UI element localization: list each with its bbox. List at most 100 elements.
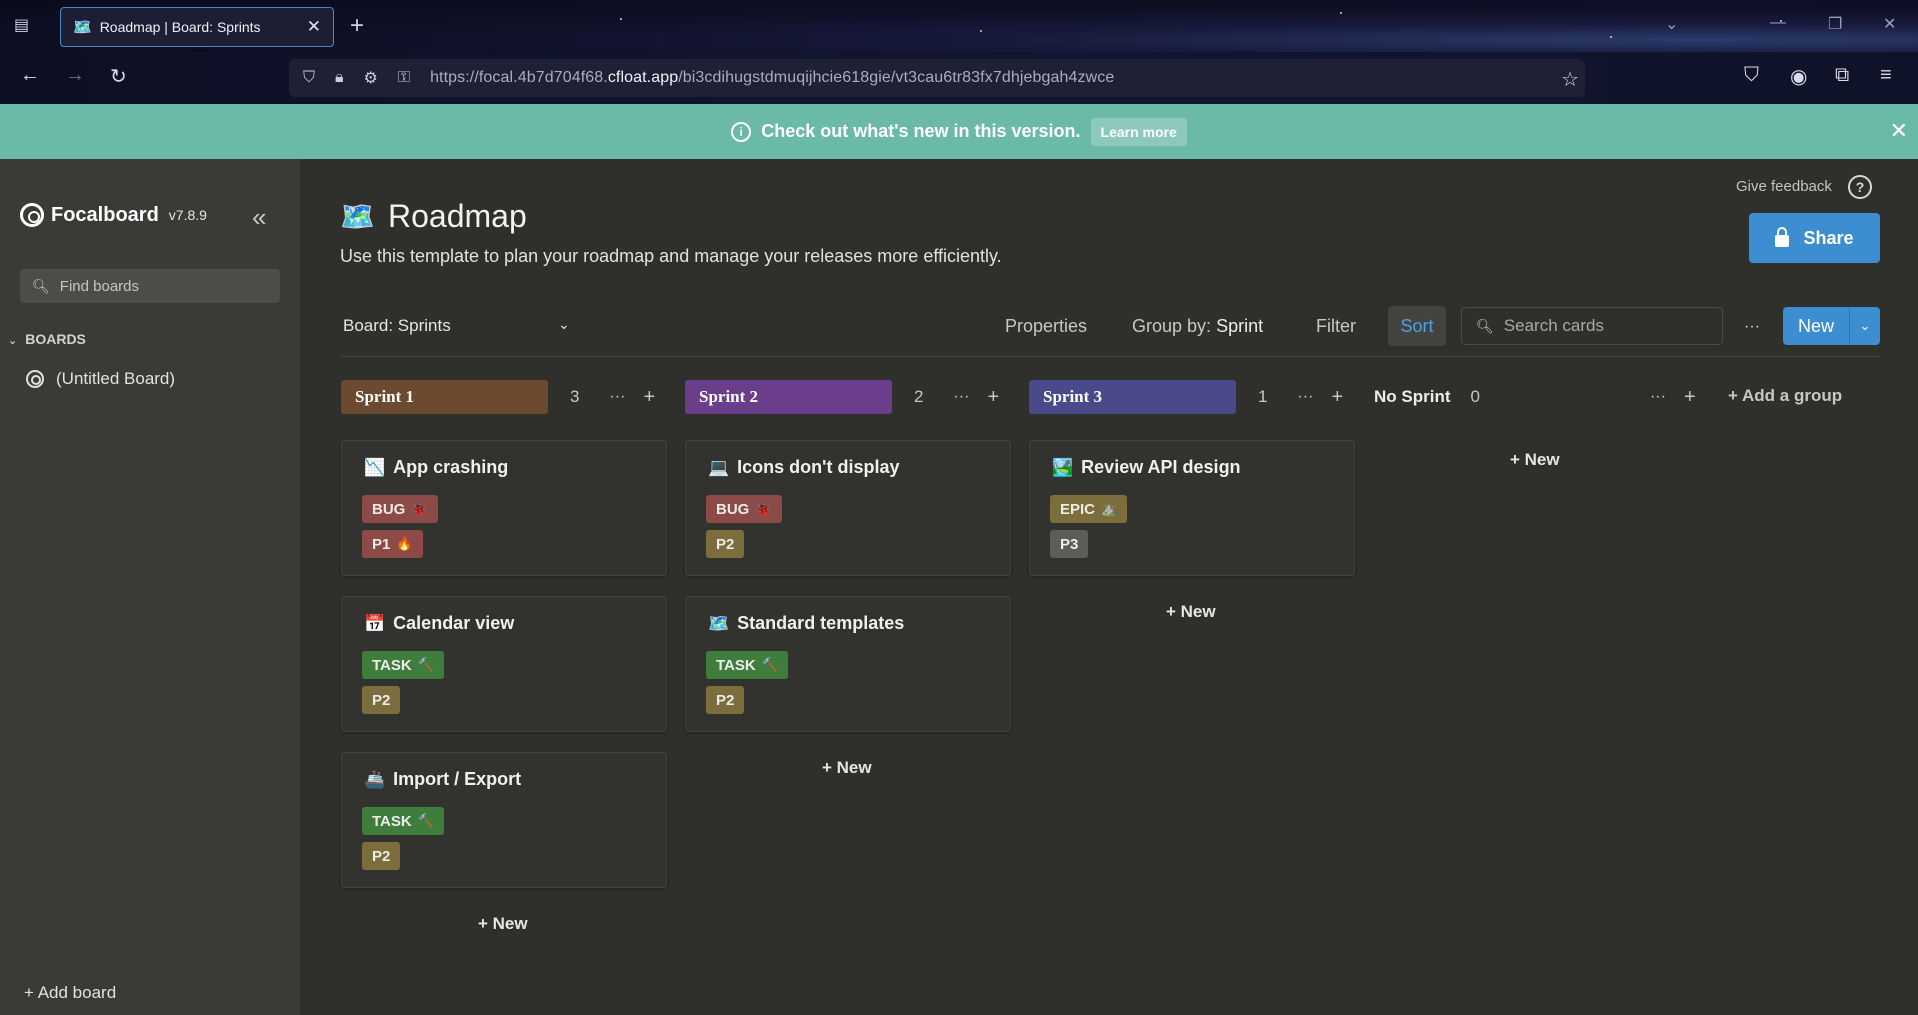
group-by-button[interactable]: Group by: Sprint — [1132, 316, 1263, 337]
more-options-button[interactable]: ··· — [1744, 318, 1760, 336]
tab-list-icon[interactable]: ▤ — [14, 15, 34, 34]
browser-tab[interactable]: 🗺️ Roadmap | Board: Sprints ✕ — [60, 7, 334, 47]
board-card[interactable]: 📅 Calendar view TASK 🔨 P2 — [341, 596, 667, 732]
search-icon: 🔍︎ — [1476, 317, 1494, 334]
sidebar-item-untitled-board[interactable]: (Untitled Board) — [26, 369, 175, 389]
add-new-card-button[interactable]: + New — [822, 758, 872, 778]
card-emoji-icon: 📅 — [364, 613, 386, 633]
column-options-icon[interactable]: ··· — [953, 388, 969, 406]
sidebar: Focalboard v7.8.9 « 🔍︎ ⌄BOARDS (Untitled… — [0, 159, 300, 1015]
search-cards-field[interactable]: 🔍︎ — [1461, 307, 1723, 345]
card-tag: TASK 🔨 — [706, 651, 788, 679]
page-description[interactable]: Use this template to plan your roadmap a… — [340, 246, 1002, 267]
column-count: 1 — [1258, 387, 1268, 406]
card-tag: P2 — [362, 842, 401, 870]
column-name[interactable]: Sprint 2 — [685, 380, 892, 414]
add-new-card-button[interactable]: + New — [1510, 450, 1560, 470]
close-tab-icon[interactable]: ✕ — [307, 17, 321, 37]
add-new-card-button[interactable]: + New — [478, 914, 528, 934]
card-tag: P2 — [706, 686, 745, 714]
tab-overflow-icon[interactable]: ⌄ — [1665, 14, 1678, 34]
page-title[interactable]: Roadmap — [388, 198, 527, 235]
shield-icon[interactable]: ⛉ — [303, 69, 315, 87]
search-cards-input[interactable] — [1503, 316, 1704, 336]
column-options-icon[interactable]: ··· — [609, 388, 625, 406]
give-feedback-link[interactable]: Give feedback — [1736, 178, 1832, 195]
card-tag: P2 — [362, 686, 401, 714]
tab-title: Roadmap | Board: Sprints — [99, 19, 261, 35]
column-name[interactable]: Sprint 1 — [341, 380, 548, 414]
help-icon[interactable]: ? — [1848, 175, 1872, 199]
card-title: 🗺️ Standard templates — [708, 613, 904, 634]
tag-text: P2 — [716, 535, 735, 553]
collapse-sidebar-icon[interactable]: « — [252, 202, 266, 233]
minimize-icon[interactable]: — — [1770, 14, 1786, 32]
pocket-icon[interactable]: ⛉ — [1744, 64, 1759, 87]
tag-icon: 🔨 — [417, 657, 434, 672]
reload-icon[interactable]: ↻ — [110, 64, 127, 89]
card-tag: BUG 🐞 — [362, 495, 438, 523]
card-title-text: App crashing — [393, 457, 509, 477]
add-new-card-button[interactable]: + New — [1166, 602, 1216, 622]
forward-icon[interactable]: → — [65, 64, 85, 87]
add-card-icon[interactable]: + — [987, 386, 999, 409]
properties-button[interactable]: Properties — [1005, 316, 1087, 337]
card-tag: P1 🔥 — [362, 530, 423, 558]
add-board-button[interactable]: + Add board — [24, 983, 116, 1003]
card-title-text: Icons don't display — [737, 457, 900, 477]
new-card-label[interactable]: New — [1783, 307, 1850, 345]
card-emoji-icon: 💻 — [708, 457, 730, 477]
new-card-button[interactable]: New ⌄ — [1783, 307, 1880, 345]
board-card[interactable]: 🗺️ Standard templates TASK 🔨 P2 — [685, 596, 1011, 732]
background-star — [980, 30, 982, 32]
url-text[interactable]: https://focal.4b7d704f68.cfloat.app/bi3c… — [430, 69, 1114, 87]
sort-button[interactable]: Sort — [1388, 306, 1446, 346]
extensions-icon[interactable]: ⧉ — [1835, 64, 1849, 87]
boards-section-header[interactable]: ⌄ BOARDS — [8, 331, 86, 347]
filter-button[interactable]: Filter — [1316, 316, 1356, 337]
add-card-icon[interactable]: + — [1684, 386, 1696, 409]
share-button[interactable]: Share — [1749, 213, 1880, 263]
sidebar-item-label: (Untitled Board) — [56, 369, 176, 388]
close-banner-icon[interactable]: ✕ — [1890, 118, 1908, 144]
lock-icon[interactable]: 🔒︎ — [335, 69, 344, 87]
bookmark-star-icon[interactable]: ☆ — [1561, 67, 1579, 92]
chevron-down-icon[interactable]: ⌄ — [1850, 307, 1880, 345]
find-boards-field[interactable]: 🔍︎ — [20, 269, 280, 303]
column-options-icon[interactable]: ··· — [1297, 388, 1313, 406]
board-title-icon[interactable]: 🗺️ — [340, 200, 375, 233]
add-card-icon[interactable]: + — [1331, 386, 1343, 409]
learn-more-button[interactable]: Learn more — [1090, 117, 1187, 146]
new-tab-icon[interactable]: + — [350, 12, 364, 40]
tag-text: P1 — [372, 535, 391, 553]
column-options-icon[interactable]: ··· — [1650, 388, 1666, 406]
key-icon[interactable]: ⚿ — [398, 69, 410, 87]
add-group-button[interactable]: + Add a group — [1728, 386, 1842, 406]
account-icon[interactable]: ◉ — [1790, 64, 1807, 89]
chevron-down-icon[interactable]: ⌄ — [558, 316, 570, 333]
column-name[interactable]: No Sprint — [1374, 387, 1451, 407]
board-card[interactable]: 📉 App crashing BUG 🐞 P1 🔥 — [341, 440, 667, 576]
info-icon: i — [731, 121, 752, 142]
tag-text: TASK — [716, 656, 756, 674]
address-bar[interactable]: ⛉ 🔒︎ ⚙ ⚿ https://focal.4b7d704f68.cfloat… — [289, 59, 1585, 97]
close-window-icon[interactable]: ✕ — [1883, 14, 1896, 34]
focalboard-logo-icon — [20, 203, 44, 227]
add-card-icon[interactable]: + — [643, 386, 655, 409]
card-title-text: Standard templates — [737, 613, 905, 633]
find-boards-input[interactable] — [59, 277, 260, 295]
tag-icon: ⛰️ — [1101, 501, 1118, 516]
board-card[interactable]: 🚢 Import / Export TASK 🔨 P2 — [341, 752, 667, 888]
map-icon: 🗺️ — [73, 19, 92, 36]
permissions-icon[interactable]: ⚙ — [364, 68, 378, 88]
column-name[interactable]: Sprint 3 — [1029, 380, 1236, 414]
card-tag: TASK 🔨 — [362, 651, 444, 679]
tag-text: P2 — [372, 847, 391, 865]
board-card[interactable]: 🏞️ Review API design EPIC ⛰️ P3 — [1029, 440, 1355, 576]
menu-icon[interactable]: ≡ — [1880, 64, 1892, 87]
column-header: No Sprint 0 ··· + — [1373, 380, 1696, 414]
board-card[interactable]: 💻 Icons don't display BUG 🐞 P2 — [685, 440, 1011, 576]
view-selector[interactable]: Board: Sprints — [343, 316, 451, 336]
back-icon[interactable]: ← — [20, 64, 40, 87]
restore-icon[interactable]: ❐ — [1828, 14, 1842, 34]
